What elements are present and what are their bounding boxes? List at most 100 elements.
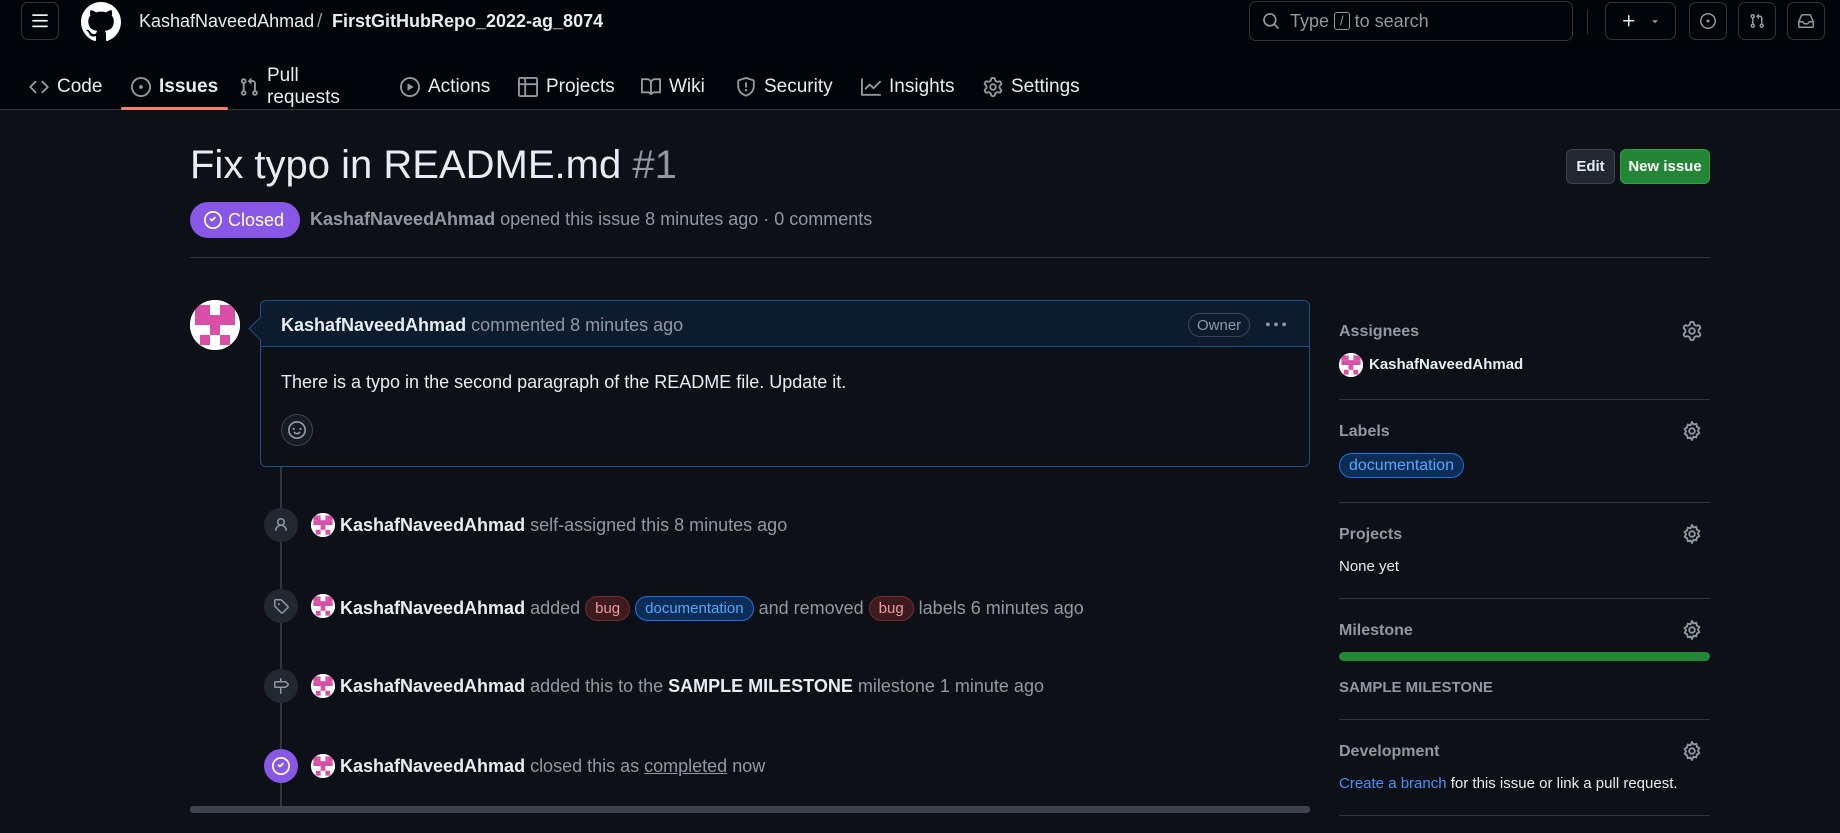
avatar[interactable] — [311, 513, 335, 537]
pull-requests-button[interactable] — [1738, 2, 1776, 40]
projects-value: None yet — [1339, 558, 1400, 575]
actor-link[interactable]: KashafNaveedAhmad — [340, 676, 525, 697]
header-divider-line — [190, 257, 1710, 258]
play-icon — [400, 77, 420, 97]
edit-button[interactable]: Edit — [1566, 149, 1615, 184]
github-logo-icon[interactable] — [81, 2, 121, 42]
avatar[interactable] — [311, 674, 335, 698]
issue-author-link[interactable]: KashafNaveedAhmad — [310, 209, 495, 229]
event-text-post: milestone 1 minute ago — [857, 676, 1044, 696]
issue-title-text: Fix typo in README.md — [190, 143, 622, 187]
status-badge: Closed — [190, 202, 301, 238]
milestone-link[interactable]: SAMPLE MILESTONE — [1339, 679, 1493, 696]
hamburger-icon[interactable] — [21, 2, 59, 40]
issue-meta-text: opened this issue 8 minutes ago · 0 comm… — [500, 209, 873, 229]
header-divider — [1587, 10, 1588, 34]
milestone-progress-bar — [1339, 652, 1710, 661]
tab-insights[interactable]: Insights — [861, 64, 954, 110]
pull-request-icon — [1749, 13, 1765, 29]
timeline-text: KashafNaveedAhmad self-assigned this 8 m… — [340, 515, 787, 536]
new-issue-button[interactable]: New issue — [1620, 149, 1710, 184]
issues-button[interactable] — [1689, 2, 1727, 40]
comment-author-link[interactable]: KashafNaveedAhmad — [281, 315, 466, 335]
plus-icon — [1621, 13, 1637, 29]
event-text-pre: closed this as — [530, 756, 640, 776]
breadcrumb-owner[interactable]: KashafNaveedAhmad — [139, 11, 314, 32]
sidebar-assignees: Assignees KashafNaveedAhmad — [1339, 321, 1710, 383]
owner-badge: Owner — [1188, 313, 1251, 337]
avatar[interactable] — [190, 300, 240, 350]
gear-icon — [983, 77, 1003, 97]
tab-actions[interactable]: Actions — [400, 64, 490, 110]
tab-wiki-label: Wiki — [669, 76, 705, 97]
tab-code-label: Code — [57, 76, 103, 97]
tag-icon — [264, 589, 298, 623]
gear-icon[interactable] — [1682, 421, 1702, 441]
breadcrumb-repo[interactable]: FirstGitHubRepo_2022-ag_8074 — [332, 11, 603, 32]
avatar[interactable] — [311, 754, 335, 778]
gear-icon[interactable] — [1682, 620, 1702, 640]
breadcrumb-separator: / — [317, 11, 323, 32]
event-text-pre: added this to the — [530, 676, 664, 696]
sidebar-label-documentation[interactable]: documentation — [1339, 453, 1464, 478]
event-text-removed: and removed — [758, 598, 864, 618]
close-reason-link[interactable]: completed — [644, 756, 727, 777]
sidebar-divider — [1339, 719, 1710, 720]
actor-link[interactable]: KashafNaveedAhmad — [340, 756, 525, 777]
label-documentation[interactable]: documentation — [635, 596, 754, 621]
assignee-name: KashafNaveedAhmad — [1369, 355, 1524, 373]
search-input[interactable]: Type / to search — [1249, 1, 1573, 41]
sidebar-milestone: Milestone SAMPLE MILESTONE — [1339, 620, 1710, 697]
pull-request-icon — [239, 77, 259, 97]
check-circle-icon — [204, 211, 222, 229]
sidebar-divider — [1339, 815, 1710, 816]
sidebar-divider — [1339, 399, 1710, 400]
create-new-button[interactable] — [1605, 2, 1676, 40]
graph-icon — [861, 77, 881, 97]
tab-pull-requests-label: Pull requests — [267, 65, 340, 108]
search-icon — [1262, 12, 1280, 30]
tab-insights-label: Insights — [889, 76, 955, 97]
add-reaction-button[interactable] — [281, 414, 313, 446]
actor-link[interactable]: KashafNaveedAhmad — [340, 598, 525, 619]
tab-projects[interactable]: Projects — [518, 64, 615, 110]
comment-box: KashafNaveedAhmad commented 8 minutes ag… — [260, 300, 1310, 467]
issue-icon — [1700, 13, 1716, 29]
tab-security[interactable]: Security — [736, 64, 833, 110]
horizontal-scrollbar[interactable] — [190, 806, 1310, 813]
tab-actions-label: Actions — [428, 76, 491, 97]
tab-wiki[interactable]: Wiki — [641, 64, 705, 110]
person-icon — [264, 508, 298, 542]
assignee-item[interactable]: KashafNaveedAhmad — [1339, 353, 1523, 377]
shield-icon — [736, 77, 756, 97]
comment-body: There is a typo in the second paragraph … — [281, 372, 847, 392]
sidebar-heading: Development — [1339, 743, 1440, 760]
create-branch-link[interactable]: Create a branch — [1339, 775, 1447, 792]
tab-security-label: Security — [764, 76, 833, 97]
gear-icon[interactable] — [1682, 524, 1702, 544]
label-bug[interactable]: bug — [585, 596, 631, 621]
comment-meta: KashafNaveedAhmad commented 8 minutes ag… — [281, 315, 683, 336]
gear-icon[interactable] — [1682, 741, 1702, 761]
sidebar-heading: Assignees — [1339, 323, 1420, 340]
gear-icon[interactable] — [1682, 321, 1702, 341]
milestone-icon — [264, 669, 298, 703]
actor-link[interactable]: KashafNaveedAhmad — [340, 515, 525, 536]
label-bug-removed[interactable]: bug — [868, 596, 914, 621]
tab-settings[interactable]: Settings — [983, 64, 1080, 110]
tab-issues-label: Issues — [159, 76, 219, 97]
search-suffix: to search — [1354, 10, 1429, 31]
inbox-icon — [1798, 13, 1814, 29]
tab-settings-label: Settings — [1011, 76, 1080, 97]
milestone-link[interactable]: SAMPLE MILESTONE — [668, 676, 853, 697]
kebab-icon[interactable] — [1261, 313, 1291, 337]
timeline-text: KashafNaveedAhmad added bug documentatio… — [340, 596, 1084, 621]
tab-issues[interactable]: Issues — [120, 64, 229, 110]
development-text: Create a branch for this issue or link a… — [1339, 775, 1678, 792]
tab-pull-requests[interactable]: Pull requests — [239, 64, 340, 110]
check-circle-icon — [264, 749, 298, 783]
avatar[interactable] — [311, 594, 335, 618]
tab-code[interactable]: Code — [29, 64, 102, 110]
inbox-button[interactable] — [1787, 2, 1825, 40]
comment-timestamp[interactable]: commented 8 minutes ago — [471, 315, 683, 335]
